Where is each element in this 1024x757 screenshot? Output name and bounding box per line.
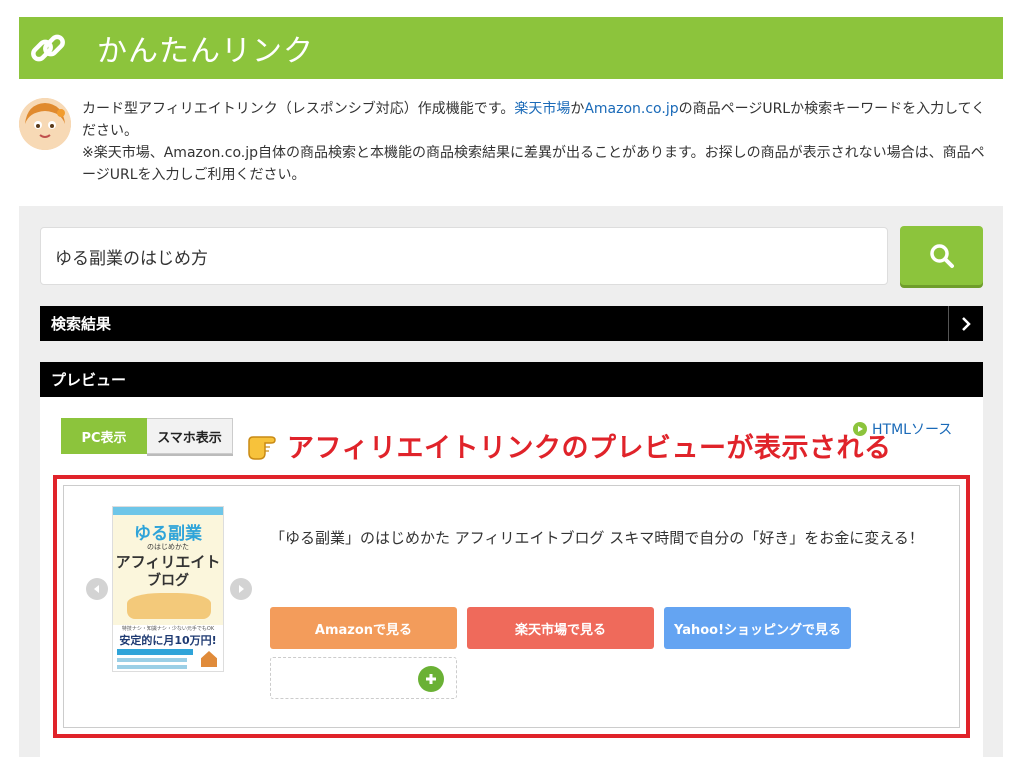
product-image[interactable]: ゆる副業 のはじめかた アフィリエイト ブログ 特技ナシ・知識ナシ・少ない元手で… [112,506,224,672]
rakuten-button[interactable]: 楽天市場で見る [467,607,654,649]
cover-illustration [127,593,211,619]
link-icon [19,17,77,79]
cover-title-3: アフィリエイト [115,553,221,571]
intro-description: カード型アフィリエイトリンク（レスポンシブ対応）作成機能です。楽天市場かAmaz… [82,98,992,186]
chevron-right-icon[interactable] [948,306,983,341]
amazon-link[interactable]: Amazon.co.jp [584,101,678,117]
search-input[interactable]: ゆる副業のはじめ方 [40,227,888,285]
search-results-bar[interactable]: 検索結果 [40,306,983,341]
affiliate-link-card: ゆる副業 のはじめかた アフィリエイト ブログ 特技ナシ・知識ナシ・少ない元手で… [63,485,960,728]
preview-bar: プレビュー [40,362,983,397]
search-results-label: 検索結果 [51,315,112,333]
app-header: かんたんリンク [19,17,1003,79]
intro-text-ka: か [570,101,585,117]
link-builder-panel: ゆる副業のはじめ方 検索結果 プレビュー PC表示 スマホ表示 アフィリエイトリ… [19,206,1003,757]
highlight-frame: ゆる副業 のはじめかた アフィリエイト ブログ 特技ナシ・知識ナシ・少ない元手で… [53,475,970,738]
amazon-button[interactable]: Amazonで見る [270,607,457,649]
html-source-link[interactable]: HTMLソース [853,419,952,439]
plus-icon [426,674,436,684]
annotation-text: アフィリエイトリンクのプレビューが表示される [287,433,892,464]
prev-image-button[interactable] [86,578,108,600]
chevron-right-icon [239,585,244,593]
intro-text-1: カード型アフィリエイトリンク（レスポンシブ対応）作成機能です。 [82,101,515,117]
html-source-label: HTMLソース [872,422,953,438]
add-button-slot [270,657,457,699]
avatar [19,98,71,150]
page-title: かんたんリンク [97,34,314,69]
intro-section: カード型アフィリエイトリンク（レスポンシブ対応）作成機能です。楽天市場かAmaz… [19,98,1003,186]
pointing-hand-icon [248,435,276,460]
cover-catchphrase: 安定的に月10万円! [119,634,217,647]
play-icon [853,422,867,436]
rakuten-link[interactable]: 楽天市場 [514,101,570,117]
search-button[interactable] [900,226,983,285]
chevron-left-icon [94,585,99,593]
next-image-button[interactable] [230,578,252,600]
cover-tagline: 特技ナシ・知識ナシ・少ない元手でもOK [121,626,215,632]
intro-note: ※楽天市場、Amazon.co.jp自体の商品検索と本機能の商品検索結果に差異が… [82,145,985,183]
preview-area: PC表示 スマホ表示 アフィリエイトリンクのプレビューが表示される HTMLソー… [40,397,983,757]
display-tabs: PC表示 スマホ表示 [61,418,233,454]
cover-title-4: ブログ [147,573,189,589]
cover-title-1: ゆる副業 [134,524,202,543]
yahoo-button[interactable]: Yahoo!ショッピングで見る [664,607,851,649]
tab-pc[interactable]: PC表示 [61,418,147,454]
search-icon [929,243,954,268]
tab-smartphone[interactable]: スマホ表示 [147,418,233,454]
preview-label: プレビュー [51,371,127,389]
annotation: アフィリエイトリンクのプレビューが表示される [245,426,891,465]
add-button[interactable] [418,666,444,692]
product-title[interactable]: 「ゆる副業」のはじめかた アフィリエイトブログ スキマ時間で自分の「好き」をお金… [270,526,950,551]
